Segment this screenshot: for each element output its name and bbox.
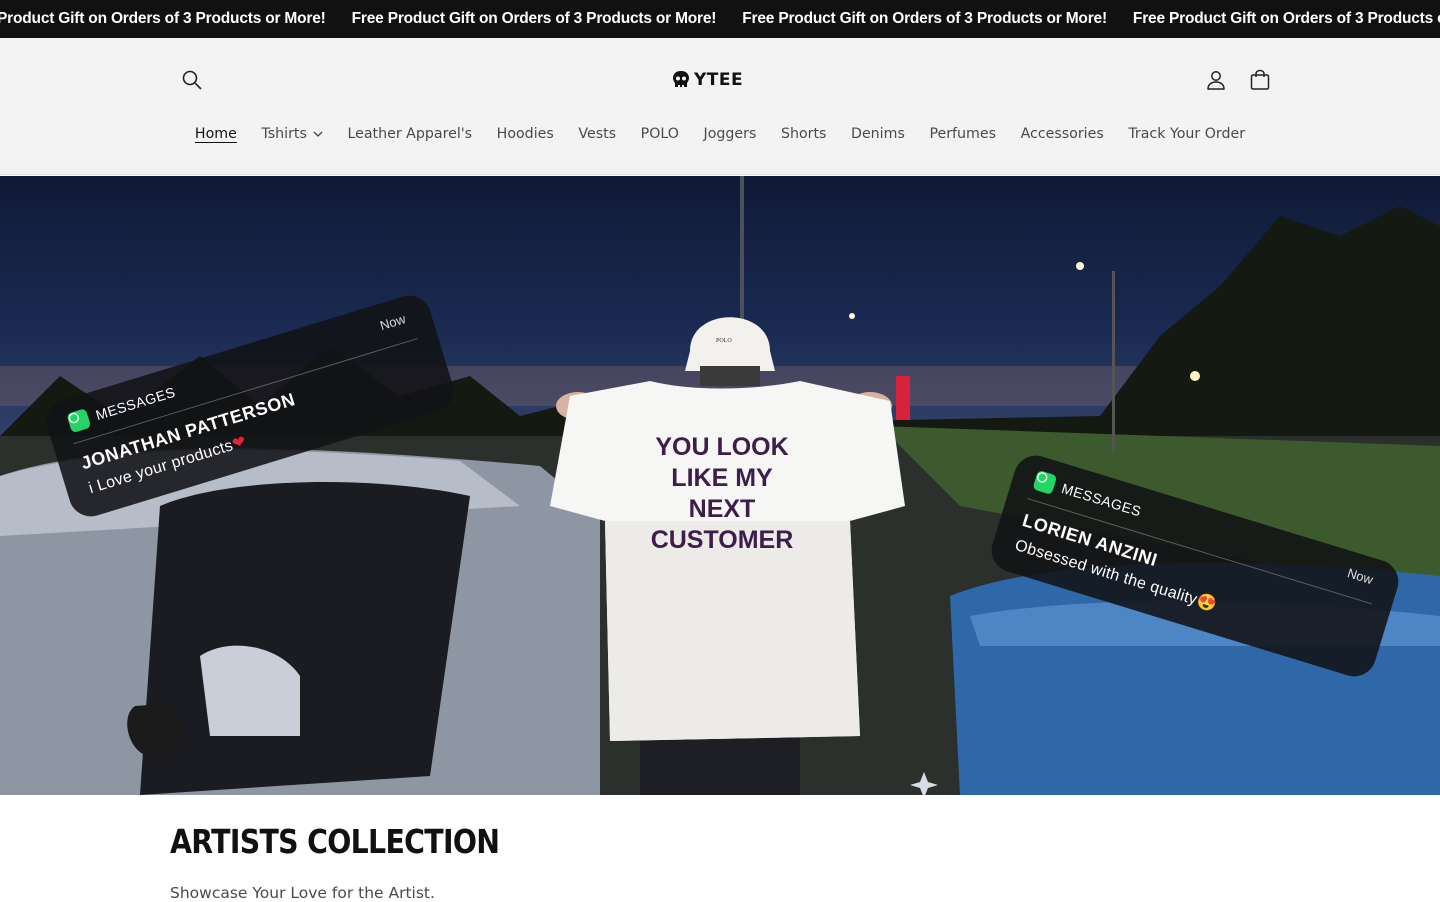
- nav-item-tshirts[interactable]: Tshirts: [249, 126, 335, 142]
- cap-label: POLO: [716, 338, 732, 344]
- announcement-track: Free Product Gift on Orders of 3 Product…: [0, 0, 1440, 38]
- nav-item-label: Vests: [578, 126, 617, 142]
- message-time: Now: [378, 311, 408, 334]
- shirt-print-text: YOU LOOK LIKE MY NEXT CUSTOMER: [622, 432, 822, 556]
- nav-item-polo[interactable]: POLO: [628, 126, 691, 142]
- message-app-label: MESSAGES: [93, 383, 178, 424]
- announcement-text: Free Product Gift on Orders of 3 Product…: [351, 10, 717, 27]
- announcement-bar: Free Product Gift on Orders of 3 Product…: [0, 0, 1440, 38]
- nav-item-home[interactable]: Home: [183, 126, 250, 142]
- nav-item-joggers[interactable]: Joggers: [691, 126, 768, 142]
- nav-item-label: Leather Apparel's: [347, 126, 473, 142]
- announcement-text: Free Product Gift on Orders of 3 Product…: [0, 10, 326, 27]
- hero-banner[interactable]: POLO YOU LOOK LIKE MY NEXT CUSTOMER MESS…: [0, 176, 1440, 795]
- nav-item-label: Joggers: [703, 126, 757, 142]
- nav-item-track-order[interactable]: Track Your Order: [1116, 126, 1257, 142]
- nav-item-vests[interactable]: Vests: [566, 126, 628, 142]
- heart-eyes-emoji: 😍: [1194, 592, 1219, 615]
- shirt-line: CUSTOMER: [650, 526, 794, 554]
- logo-text: YTEE: [694, 70, 744, 90]
- nav-item-label: Hoodies: [496, 126, 554, 142]
- nav-item-label: Perfumes: [929, 126, 996, 142]
- nav-item-label: POLO: [640, 126, 679, 142]
- collection-title: ARTISTS COLLECTION: [170, 822, 500, 861]
- nav-item-label: Accessories: [1020, 126, 1104, 142]
- cart-button[interactable]: [1240, 60, 1280, 100]
- nav-item-label: Denims: [851, 126, 905, 142]
- site-logo[interactable]: YTEE: [672, 68, 743, 92]
- shirt-line: NEXT: [688, 495, 756, 523]
- search-button[interactable]: [172, 60, 212, 100]
- whatsapp-icon: [66, 408, 92, 434]
- nav-item-perfumes[interactable]: Perfumes: [917, 126, 1008, 142]
- search-icon: [182, 70, 202, 90]
- announcement-text: Free Product Gift on Orders of 3 Product…: [742, 10, 1107, 27]
- message-app-label: MESSAGES: [1059, 480, 1144, 520]
- shirt-line: YOU LOOK: [655, 433, 789, 461]
- nav-item-denims[interactable]: Denims: [839, 126, 917, 142]
- nav-item-label: Track Your Order: [1128, 126, 1246, 142]
- main-nav: Home Tshirts Leather Apparel's Hoodies V…: [0, 122, 1440, 146]
- chevron-down-icon: [313, 131, 323, 137]
- nav-item-label: Tshirts: [261, 126, 307, 142]
- skull-logo-icon: [673, 71, 689, 87]
- nav-item-label: Shorts: [780, 126, 827, 142]
- nav-item-label: Home: [194, 126, 237, 142]
- nav-item-accessories[interactable]: Accessories: [1008, 126, 1116, 142]
- message-time: Now: [1345, 565, 1375, 588]
- nav-item-leather[interactable]: Leather Apparel's: [335, 126, 484, 142]
- bag-icon: [1250, 69, 1270, 90]
- account-button[interactable]: [1196, 60, 1236, 100]
- whatsapp-icon: [1032, 469, 1058, 495]
- nav-item-shorts[interactable]: Shorts: [769, 126, 839, 142]
- site-header: YTEE Home Tshirts Leather Apparel's Hood…: [0, 38, 1440, 175]
- nav-item-hoodies[interactable]: Hoodies: [484, 126, 566, 142]
- shirt-line: LIKE MY: [671, 464, 773, 492]
- announcement-text: Free Product Gift on Orders of 3 Product…: [1132, 10, 1440, 27]
- collection-description: Showcase Your Love for the Artist.: [170, 884, 435, 902]
- user-icon: [1207, 71, 1225, 90]
